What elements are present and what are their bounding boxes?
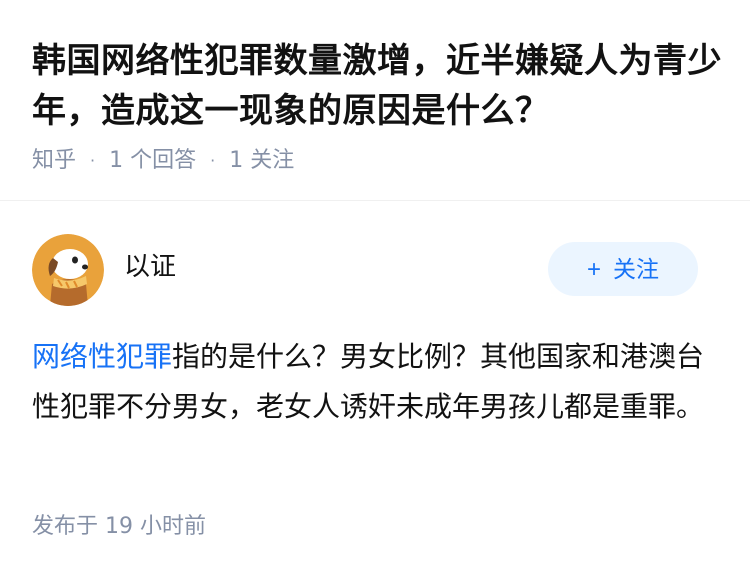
plus-icon: + <box>586 256 601 283</box>
separator-dot: · <box>90 151 96 170</box>
avatar[interactable] <box>32 234 104 306</box>
answer-page: 韩国网络性犯罪数量激增，近半嫌疑人为青少年，造成这一现象的原因是什么？ 知乎 ·… <box>0 0 750 580</box>
question-meta: 知乎 · 1 个回答 · 1 关注 <box>32 146 294 176</box>
section-divider <box>0 200 750 201</box>
answer-count[interactable]: 1 个回答 <box>109 146 196 176</box>
cartoon-dog-avatar-icon <box>32 234 104 306</box>
separator-dot: · <box>210 151 216 170</box>
follow-button[interactable]: + 关注 <box>548 242 698 296</box>
source-label[interactable]: 知乎 <box>32 146 76 176</box>
question-title[interactable]: 韩国网络性犯罪数量激增，近半嫌疑人为青少年，造成这一现象的原因是什么？ <box>32 36 722 136</box>
follow-label: 关注 <box>613 256 659 282</box>
author-name[interactable]: 以证 <box>124 250 176 284</box>
follower-count[interactable]: 1 关注 <box>229 146 294 176</box>
answer-content: 网络性犯罪指的是什么？男女比例？其他国家和港澳台性犯罪不分男女，老女人诱奸未成年… <box>32 332 722 432</box>
publish-time: 发布于 19 小时前 <box>32 514 206 539</box>
topic-link[interactable]: 网络性犯罪 <box>32 340 172 373</box>
